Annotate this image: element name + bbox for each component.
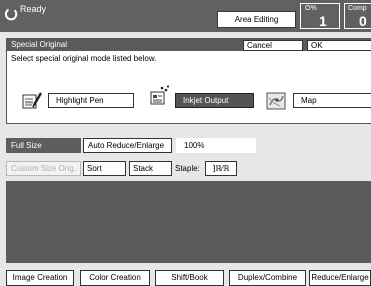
ready-status-text: Ready xyxy=(20,4,47,14)
panel-title: Special Original xyxy=(11,40,68,49)
cancel-button[interactable]: Cancel xyxy=(243,40,303,51)
panel-header: Special Original Cancel OK xyxy=(7,39,371,51)
special-original-panel: Special Original Cancel OK Select specia… xyxy=(6,38,371,124)
sort-button[interactable]: Sort xyxy=(83,161,126,176)
ready-status-icon xyxy=(4,8,18,21)
counter-value: 1 xyxy=(319,13,327,29)
completed-label: Comp xyxy=(348,5,367,12)
map-button[interactable]: Map xyxy=(293,93,371,108)
stack-button[interactable]: Stack xyxy=(129,161,172,176)
highlight-pen-button[interactable]: Highlight Pen xyxy=(48,93,134,108)
staple-position-button[interactable]: ⁆ℝ⁄ℝ xyxy=(205,161,237,176)
completed-counter: Comp 0 xyxy=(344,3,371,29)
full-size-button[interactable]: Full Size xyxy=(6,138,81,153)
message-area xyxy=(6,181,371,263)
inkjet-output-icon xyxy=(150,85,170,105)
counter-label: O% xyxy=(305,5,317,12)
staple-label: Staple: xyxy=(175,164,200,173)
custom-size-original-button[interactable]: Custom Size Orig. xyxy=(6,161,81,176)
status-bar: Ready Area Editing O% 1 Comp 0 xyxy=(0,0,371,32)
auto-reduce-enlarge-button[interactable]: Auto Reduce/Enlarge xyxy=(83,138,172,153)
ok-button[interactable]: OK xyxy=(307,40,371,51)
completed-value: 0 xyxy=(359,13,367,29)
inkjet-output-button[interactable]: Inkjet Output xyxy=(175,93,254,108)
copy-counter: O% 1 xyxy=(300,3,340,29)
highlight-pen-icon xyxy=(22,92,43,109)
area-editing-button[interactable]: Area Editing xyxy=(217,11,296,28)
ratio-display: 100% xyxy=(176,138,256,153)
instruction-text: Select special original mode listed belo… xyxy=(11,54,157,63)
map-icon xyxy=(266,92,286,110)
